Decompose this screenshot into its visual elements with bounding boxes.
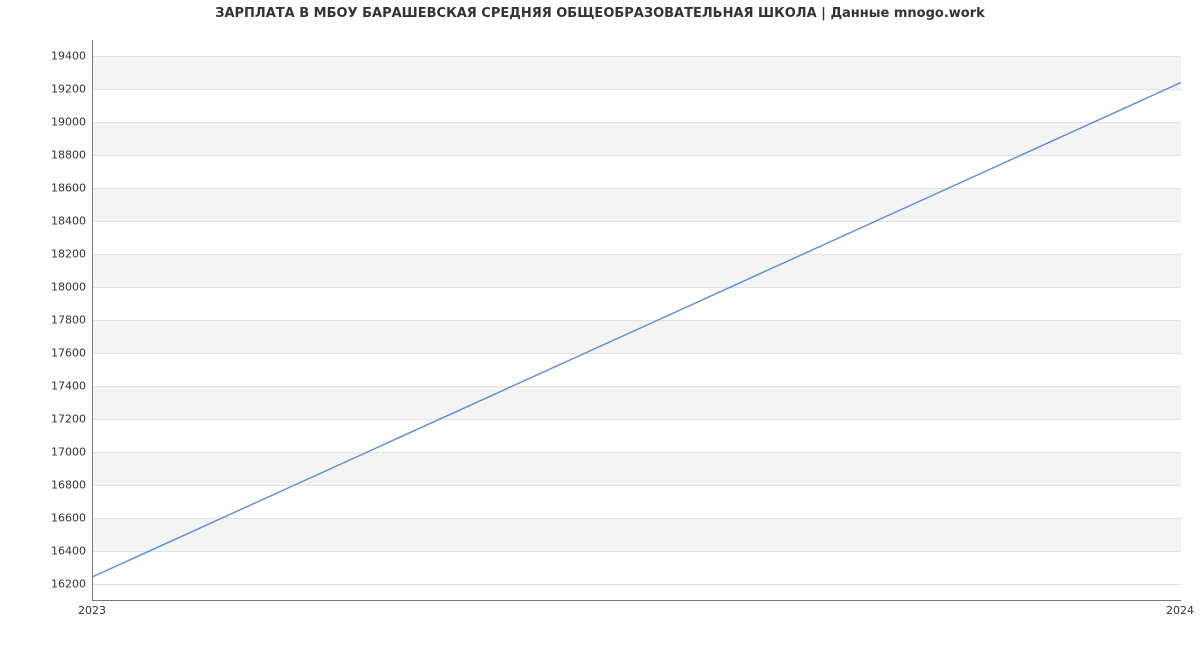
y-tick-label: 18600 xyxy=(38,182,86,195)
y-tick-label: 16400 xyxy=(38,544,86,557)
y-tick-label: 18200 xyxy=(38,248,86,261)
x-tick-label: 2024 xyxy=(1166,604,1194,617)
y-tick-label: 19400 xyxy=(38,50,86,63)
y-tick-label: 17600 xyxy=(38,346,86,359)
y-tick-label: 16200 xyxy=(38,577,86,590)
y-tick-label: 18400 xyxy=(38,215,86,228)
y-tick-label: 16800 xyxy=(38,478,86,491)
y-tick-label: 16600 xyxy=(38,511,86,524)
y-tick-label: 17400 xyxy=(38,379,86,392)
chart-title: ЗАРПЛАТА В МБОУ БАРАШЕВСКАЯ СРЕДНЯЯ ОБЩЕ… xyxy=(0,6,1200,21)
line-series xyxy=(93,40,1181,600)
y-tick-label: 18000 xyxy=(38,281,86,294)
y-tick-label: 18800 xyxy=(38,149,86,162)
x-tick-label: 2023 xyxy=(78,604,106,617)
y-tick-label: 17000 xyxy=(38,445,86,458)
y-tick-label: 19200 xyxy=(38,83,86,96)
y-tick-label: 17200 xyxy=(38,412,86,425)
chart-container: ЗАРПЛАТА В МБОУ БАРАШЕВСКАЯ СРЕДНЯЯ ОБЩЕ… xyxy=(0,0,1200,650)
y-tick-label: 17800 xyxy=(38,314,86,327)
y-tick-label: 19000 xyxy=(38,116,86,129)
plot-area xyxy=(92,40,1181,601)
